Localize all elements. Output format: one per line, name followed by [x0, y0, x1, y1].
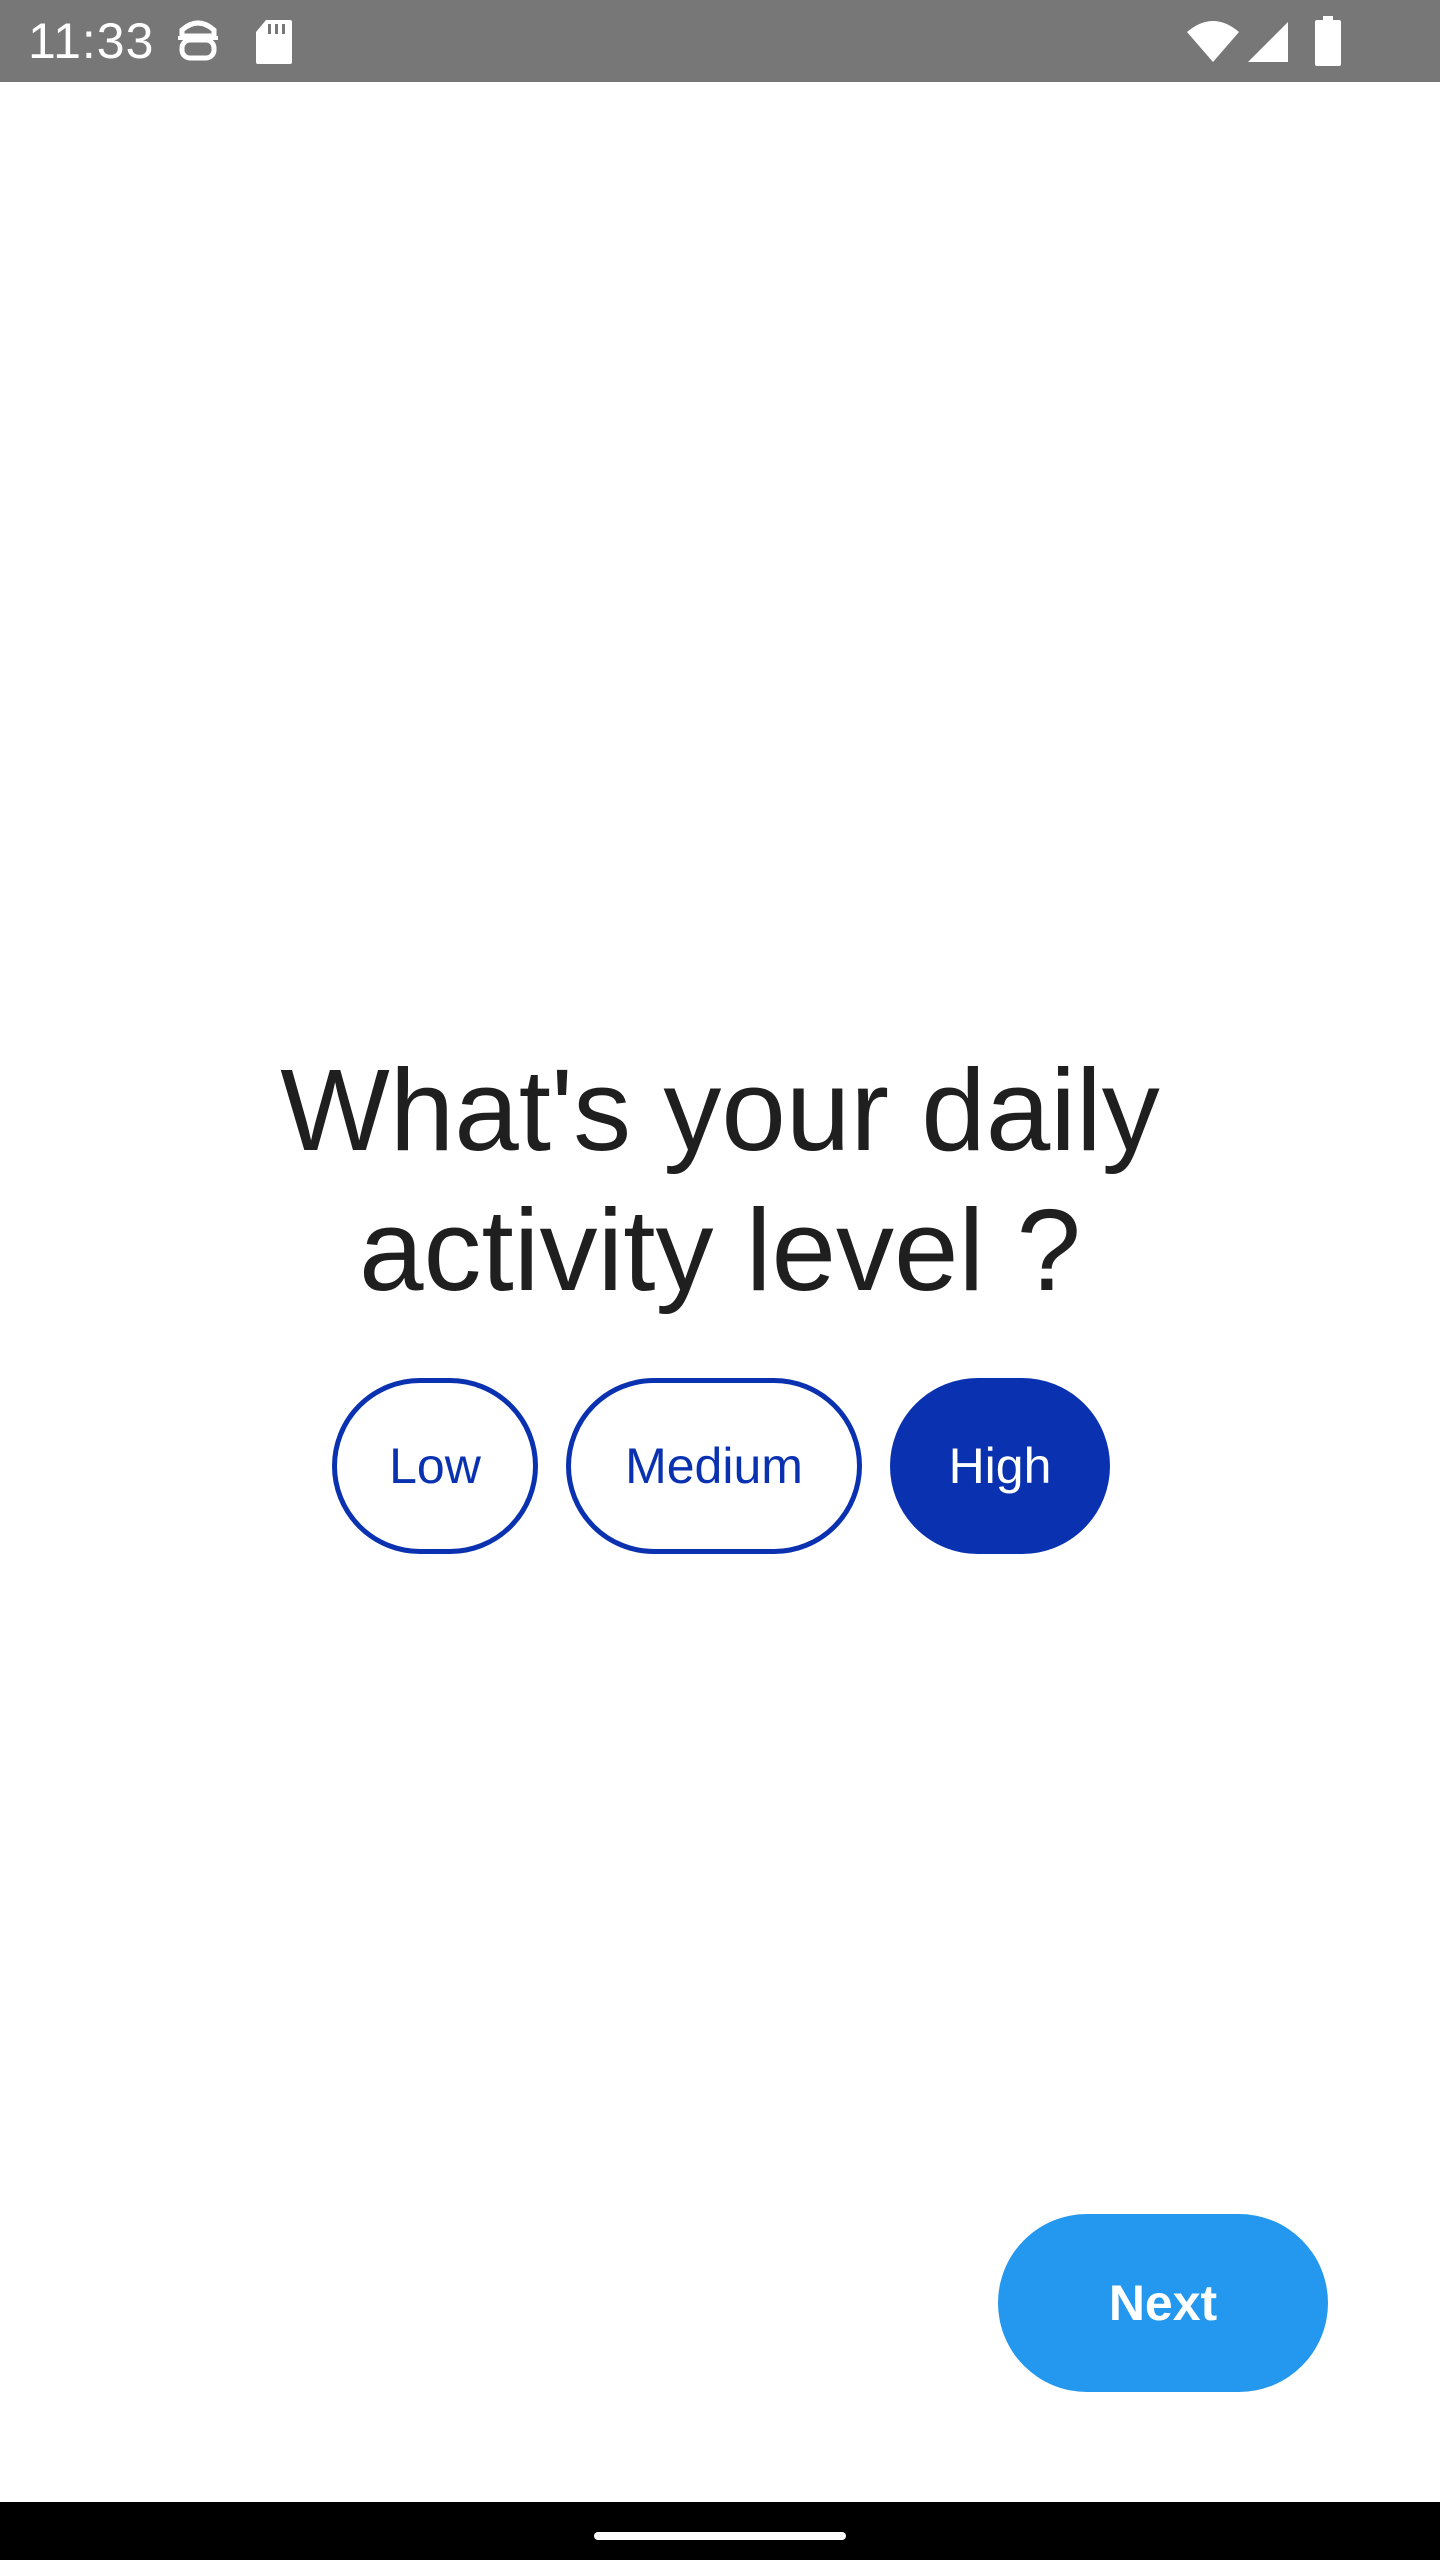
- next-button[interactable]: Next: [998, 2214, 1328, 2392]
- option-low-button[interactable]: Low: [332, 1378, 538, 1554]
- navigation-bar: [0, 2502, 1440, 2560]
- question-line-1: What's your daily: [280, 1045, 1160, 1175]
- question-line-2: activity level ?: [358, 1185, 1082, 1315]
- option-medium-button[interactable]: Medium: [566, 1378, 862, 1554]
- activity-level-screen: 11:33 What's your daily activity level ?…: [0, 0, 1440, 2560]
- wifi-icon: [1187, 21, 1239, 62]
- status-bar: 11:33: [0, 0, 1440, 82]
- option-high-button[interactable]: High: [890, 1378, 1110, 1554]
- status-time: 11:33: [28, 13, 155, 69]
- sd-card-icon: [256, 20, 292, 64]
- home-indicator[interactable]: [594, 2532, 846, 2540]
- android-debug-icon: [178, 20, 218, 61]
- battery-icon: [1315, 16, 1341, 66]
- cellular-signal-icon: [1248, 22, 1288, 62]
- question-title: What's your daily activity level ?: [180, 1040, 1260, 1320]
